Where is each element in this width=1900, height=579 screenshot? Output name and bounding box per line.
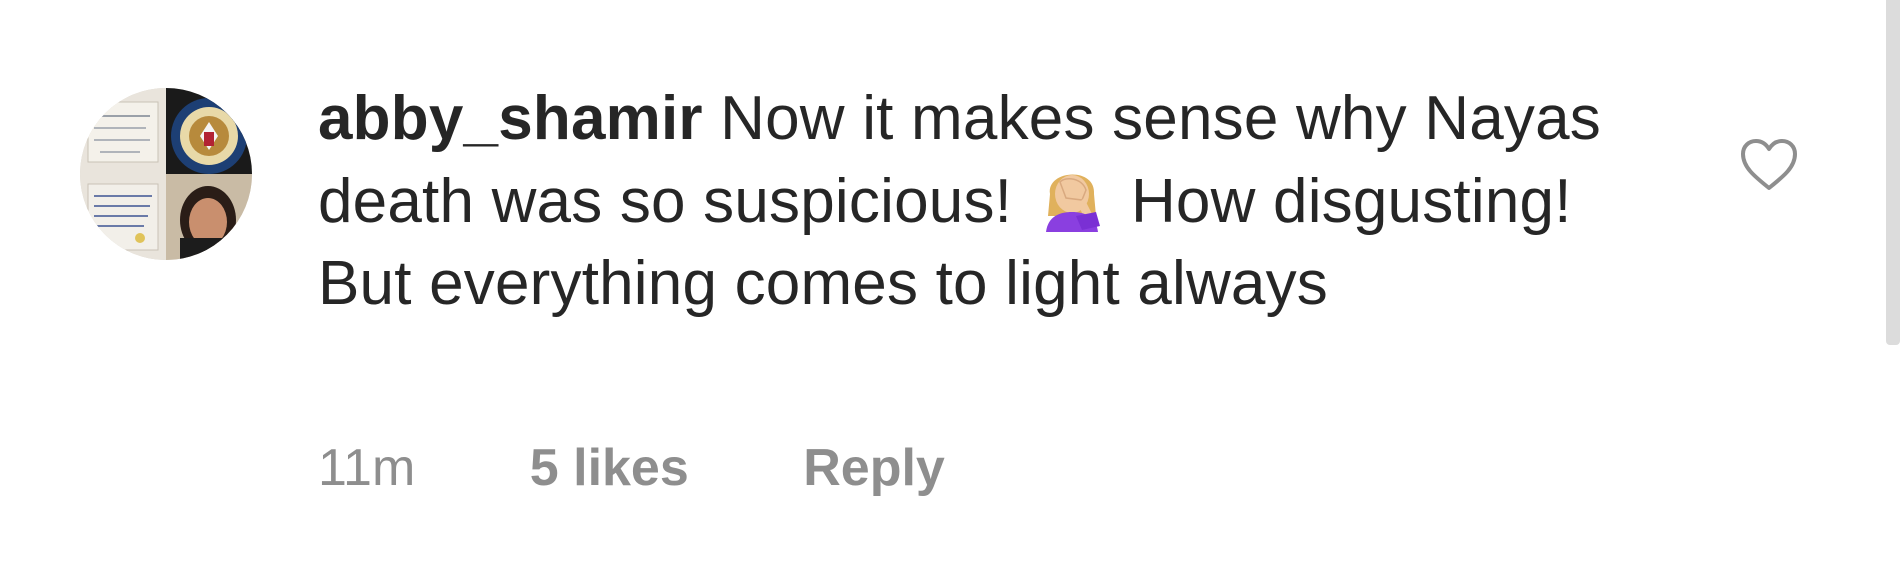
reply-button[interactable]: Reply bbox=[803, 436, 945, 500]
comment-username[interactable]: abby_shamir bbox=[318, 84, 703, 153]
comment-timestamp: 11m bbox=[318, 439, 416, 497]
scrollbar[interactable] bbox=[1886, 0, 1900, 345]
heart-outline-icon[interactable] bbox=[1738, 136, 1800, 194]
facepalm-emoji-icon bbox=[1036, 160, 1108, 232]
comment-likes-count[interactable]: 5 likes bbox=[530, 436, 689, 500]
avatar[interactable] bbox=[80, 88, 252, 260]
comment-body: abby_shamir Now it makes sense why Nayas… bbox=[318, 78, 1618, 325]
avatar-image bbox=[80, 88, 252, 260]
comment-row: abby_shamir Now it makes sense why Nayas… bbox=[0, 0, 1900, 579]
comment-meta: 11m 5 likes Reply bbox=[318, 436, 945, 500]
